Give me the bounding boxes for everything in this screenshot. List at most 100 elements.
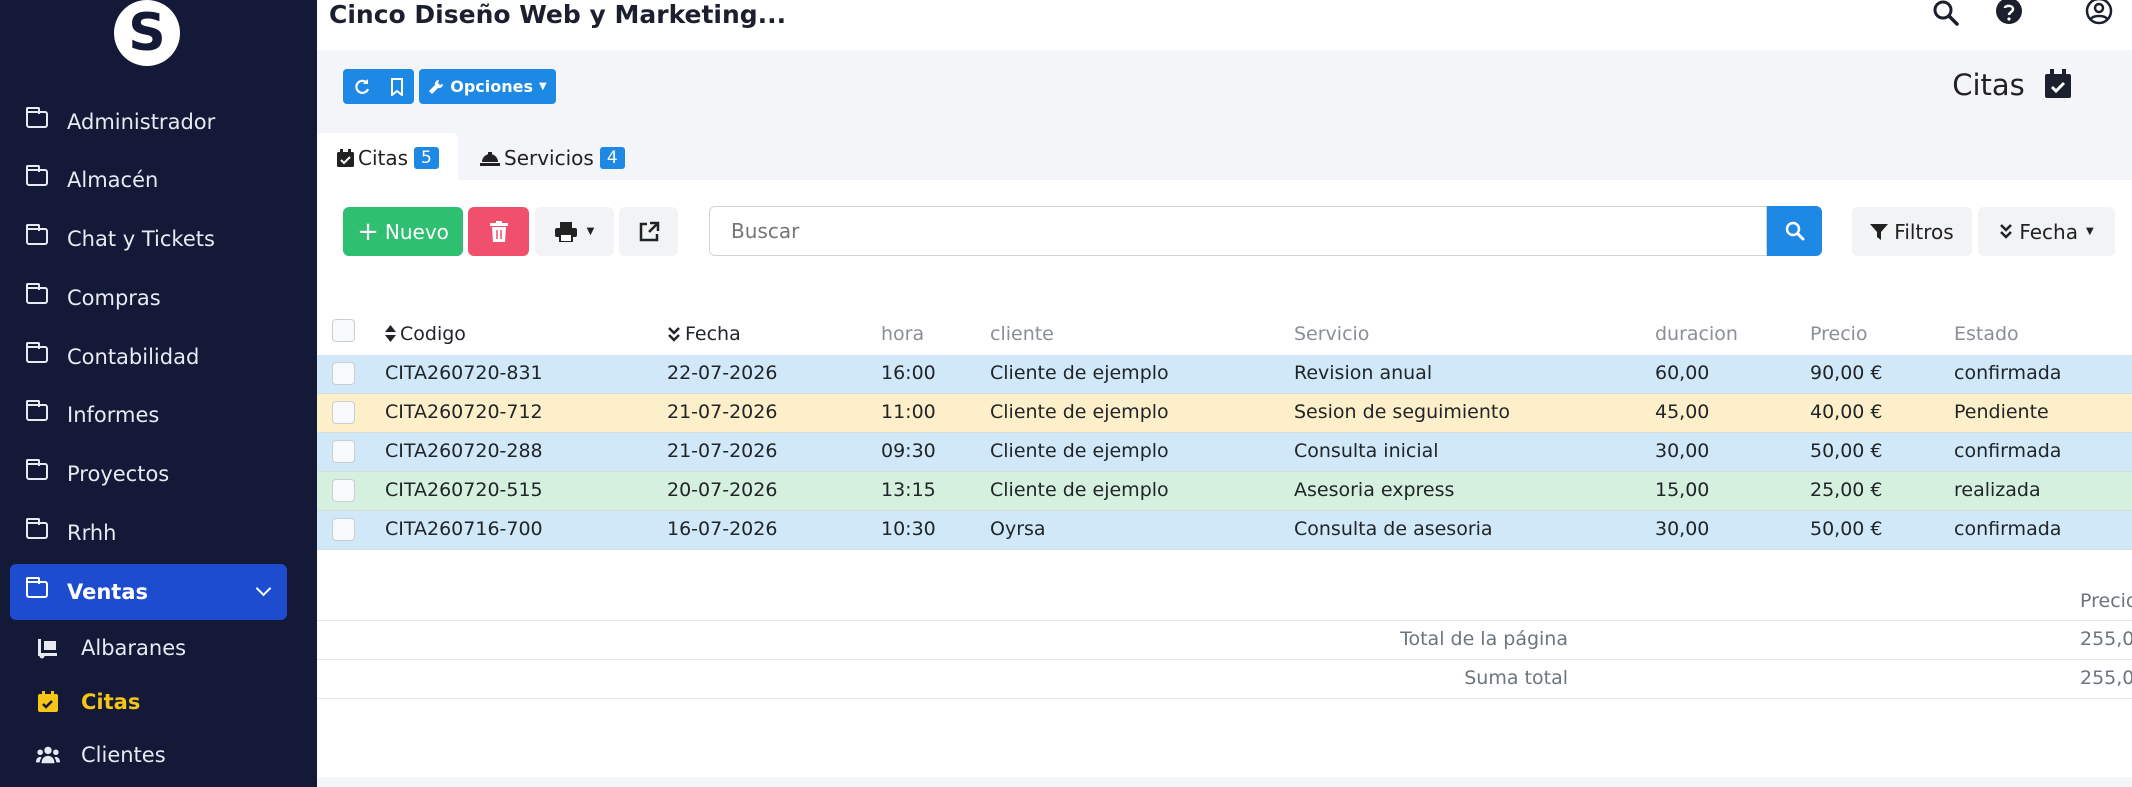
totals-divider (317, 659, 2132, 660)
cell-codigo[interactable]: CITA260716-700 (385, 518, 543, 540)
cell-estado: confirmada (1954, 518, 2062, 540)
sort-button[interactable]: Fecha ▼ (1978, 207, 2115, 256)
user-account-icon[interactable] (2085, 0, 2115, 28)
column-header-estado[interactable]: Estado (1954, 323, 2019, 345)
chevrons-down-icon (2000, 223, 2013, 239)
app-title: Cinco Diseño Web y Marketing... (329, 0, 787, 29)
column-header-codigo[interactable]: Codigo (385, 323, 466, 345)
table-row[interactable]: CITA260720-831 22-07-2026 16:00 Cliente de … (317, 355, 2132, 394)
cell-cliente: Cliente de ejemplo (990, 362, 1169, 384)
cell-cliente: Cliente de ejemplo (990, 401, 1169, 423)
sidebar-item-chat-tickets[interactable]: Chat y Tickets (10, 211, 287, 267)
sidebar-item-almacen[interactable]: Almacén (10, 152, 287, 208)
table-row[interactable]: CITA260720-515 20-07-2026 13:15 Cliente de … (317, 472, 2132, 511)
totals-divider (317, 620, 2132, 621)
sidebar-item-administrador[interactable]: Administrador (10, 94, 287, 150)
table-row[interactable]: CITA260720-288 21-07-2026 09:30 Cliente de … (317, 433, 2132, 472)
sidebar-subitem-label: Clientes (81, 743, 166, 767)
column-header-precio[interactable]: Precio (1810, 323, 1868, 345)
new-button[interactable]: + Nuevo (343, 207, 463, 256)
delete-button[interactable] (468, 207, 529, 256)
options-button[interactable]: Opciones ▼ (419, 69, 556, 104)
sidebar-item-label: Administrador (67, 110, 216, 134)
caret-down-icon: ▼ (586, 226, 595, 237)
chevron-down-icon (255, 580, 272, 597)
refresh-icon[interactable] (353, 78, 371, 96)
folder-icon (26, 107, 48, 128)
row-checkbox[interactable] (332, 440, 355, 463)
row-checkbox[interactable] (332, 401, 355, 424)
page-title: Citas (1952, 68, 2072, 102)
cell-precio: 90,00 € (1810, 362, 1883, 384)
sidebar-item-contabilidad[interactable]: Contabilidad (10, 329, 287, 385)
sidebar-item-compras[interactable]: Compras (10, 270, 287, 326)
sidebar-item-informes[interactable]: Informes (10, 387, 287, 443)
sidebar-item-ventas[interactable]: Ventas (10, 564, 287, 620)
cell-hora: 16:00 (881, 362, 936, 384)
calendar-check-icon (337, 149, 354, 167)
cell-duracion: 15,00 (1655, 479, 1710, 501)
sidebar-item-label: Almacén (67, 168, 159, 192)
search-icon[interactable] (1931, 0, 1961, 28)
row-checkbox[interactable] (332, 479, 355, 502)
cell-duracion: 30,00 (1655, 440, 1710, 462)
dolly-icon (38, 639, 57, 659)
tab-citas[interactable]: Citas 5 (317, 133, 458, 183)
calendar-check-icon (2045, 69, 2071, 98)
cell-cliente: Cliente de ejemplo (990, 440, 1169, 462)
sidebar-subitem-label: Albaranes (81, 636, 187, 660)
cell-cliente: Cliente de ejemplo (990, 479, 1169, 501)
concierge-bell-icon (480, 152, 500, 166)
bookmark-icon[interactable] (390, 77, 404, 96)
cell-servicio: Consulta inicial (1294, 440, 1439, 462)
totals-divider (317, 698, 2132, 699)
table-row[interactable]: CITA260716-700 16-07-2026 10:30 Oyrsa Consul… (317, 511, 2132, 550)
cell-estado: Pendiente (1954, 401, 2049, 423)
sidebar-item-proyectos[interactable]: Proyectos (10, 446, 287, 502)
wrench-icon (429, 79, 444, 94)
cell-duracion: 45,00 (1655, 401, 1710, 423)
sidebar-subitem-label: Citas (81, 690, 141, 714)
folder-icon (26, 342, 48, 363)
search-button[interactable] (1767, 206, 1822, 256)
cell-fecha: 22-07-2026 (667, 362, 778, 384)
row-checkbox[interactable] (332, 362, 355, 385)
search-input[interactable] (709, 206, 1767, 256)
cell-hora: 10:30 (881, 518, 936, 540)
sidebar-item-rrhh[interactable]: Rrhh (10, 505, 287, 561)
cell-codigo[interactable]: CITA260720-288 (385, 440, 543, 462)
column-header-servicio[interactable]: Servicio (1294, 323, 1369, 345)
totals-column-label: Precio (2080, 590, 2132, 612)
cell-codigo[interactable]: CITA260720-515 (385, 479, 543, 501)
tab-servicios[interactable]: Servicios 4 (480, 133, 625, 183)
column-header-duracion[interactable]: duracion (1655, 323, 1738, 345)
help-icon[interactable] (1995, 0, 2025, 28)
cell-precio: 25,00 € (1810, 479, 1883, 501)
sort-label: Fecha (2019, 219, 2078, 244)
reload-bookmark-group (343, 69, 414, 104)
print-button[interactable]: ▼ (535, 207, 614, 256)
column-header-hora[interactable]: hora (881, 323, 924, 345)
sidebar-item-label: Chat y Tickets (67, 227, 215, 251)
cell-servicio: Asesoria express (1294, 479, 1455, 501)
cell-estado: realizada (1954, 479, 2041, 501)
folder-icon (26, 577, 48, 598)
column-header-cliente[interactable]: cliente (990, 323, 1054, 345)
tab-count-badge: 5 (414, 147, 439, 169)
cell-codigo[interactable]: CITA260720-831 (385, 362, 543, 384)
column-header-fecha[interactable]: Fecha (667, 323, 741, 345)
cell-codigo[interactable]: CITA260720-712 (385, 401, 543, 423)
sidebar-item-label: Contabilidad (67, 345, 200, 369)
filters-label: Filtros (1894, 219, 1954, 244)
table-row[interactable]: CITA260720-712 21-07-2026 11:00 Cliente de … (317, 394, 2132, 433)
filters-button[interactable]: Filtros (1852, 207, 1972, 256)
export-button[interactable] (619, 207, 678, 256)
row-checkbox[interactable] (332, 518, 355, 541)
cell-hora: 11:00 (881, 401, 936, 423)
select-all-checkbox[interactable] (332, 319, 355, 342)
folder-icon (26, 224, 48, 245)
cell-hora: 13:15 (881, 479, 936, 501)
sort-icon (385, 325, 396, 342)
app-logo[interactable]: S (114, 0, 180, 66)
folder-icon (26, 518, 48, 539)
